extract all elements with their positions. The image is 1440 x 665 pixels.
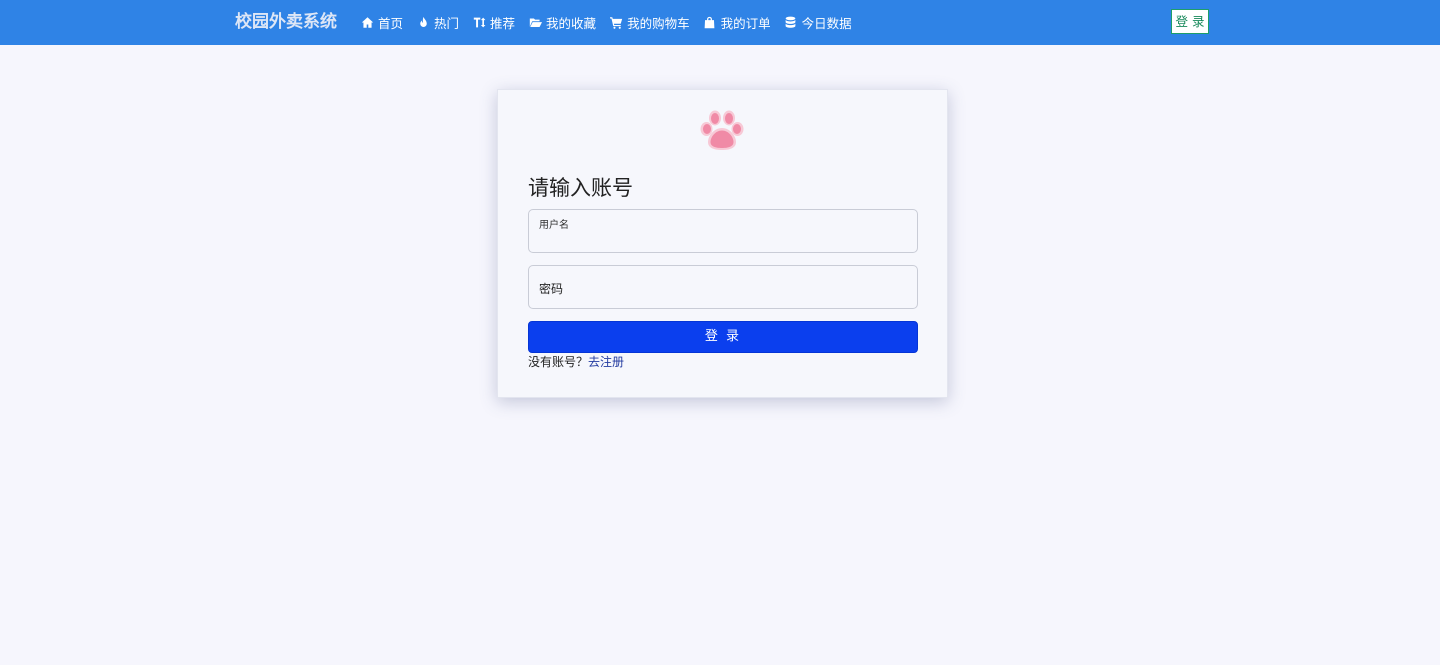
login-submit-button[interactable]: 登 录 <box>528 321 918 353</box>
login-card: 请输入账号 用户名 密码 登 录 没有账号？去注册 <box>497 89 948 398</box>
password-field[interactable]: 密码 <box>528 265 918 309</box>
nav-item-today-data[interactable]: 今日数据 <box>784 0 852 45</box>
nav-item-recommend[interactable]: 推荐 <box>472 0 515 45</box>
nav-item-orders[interactable]: 我的订单 <box>703 0 771 45</box>
database-icon <box>784 16 798 30</box>
nav-item-label: 我的购物车 <box>627 16 690 31</box>
username-input[interactable] <box>529 210 917 252</box>
nav-item-favorites[interactable]: 我的收藏 <box>528 0 596 45</box>
nav-menu: 首页 热门 推荐 我的收藏 我的购物车 我的订单 今日数据 <box>360 0 865 45</box>
bag-icon <box>703 16 717 30</box>
username-field[interactable]: 用户名 <box>528 209 918 253</box>
text-height-icon <box>472 16 486 30</box>
home-icon <box>360 16 374 30</box>
nav-item-home[interactable]: 首页 <box>360 0 403 45</box>
cart-icon <box>609 16 623 30</box>
brand-title[interactable]: 校园外卖系统 <box>235 0 337 45</box>
register-row: 没有账号？去注册 <box>528 353 624 370</box>
nav-item-label: 我的订单 <box>720 16 771 31</box>
navbar-login-button[interactable]: 登 录 <box>1171 9 1209 34</box>
nav-item-label: 热门 <box>434 16 460 31</box>
fire-icon <box>416 16 430 30</box>
nav-item-label: 我的收藏 <box>546 16 597 31</box>
nav-item-hot[interactable]: 热门 <box>416 0 459 45</box>
top-navbar: 校园外卖系统 首页 热门 推荐 我的收藏 我的购物车 我的订单 今日数据 登 录 <box>0 0 1440 45</box>
nav-item-label: 今日数据 <box>801 16 852 31</box>
folder-open-icon <box>528 16 542 30</box>
nav-item-label: 推荐 <box>490 16 516 31</box>
nav-item-label: 首页 <box>378 16 404 31</box>
login-title: 请输入账号 <box>528 176 633 200</box>
register-link[interactable]: 去注册 <box>588 355 624 369</box>
paw-icon <box>700 110 744 150</box>
nav-item-cart[interactable]: 我的购物车 <box>609 0 690 45</box>
password-input[interactable] <box>529 266 917 308</box>
register-prompt: 没有账号？ <box>528 355 589 369</box>
